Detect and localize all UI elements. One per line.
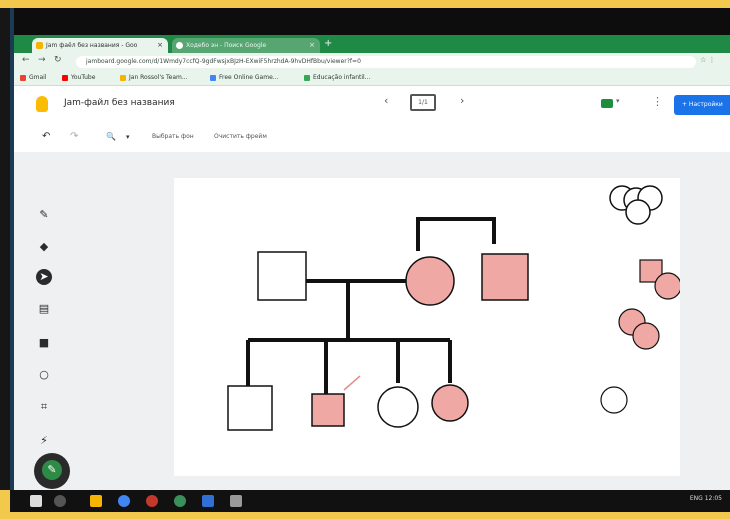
outer-frame: [0, 0, 730, 8]
more-options-icon[interactable]: ⋮: [652, 95, 663, 108]
outer-frame-bottom: [10, 512, 730, 519]
bookmark-education[interactable]: Educação infantil...: [304, 73, 370, 83]
reload-icon[interactable]: ↻: [54, 55, 62, 65]
tab-strip: Jam фаёл без названия - Goo × Ходебо эн …: [14, 35, 730, 53]
bookmark-youtube[interactable]: YouTube: [62, 73, 95, 83]
jamboard-header: Jam-файл без названия ‹ 1/1 › ▾ ⋮ + Наст…: [14, 86, 730, 122]
spare-circle[interactable]: [600, 386, 628, 414]
tab-close-icon[interactable]: ×: [309, 38, 315, 53]
circle-icon[interactable]: ○: [36, 367, 52, 383]
laser-icon[interactable]: ⚡: [36, 433, 52, 449]
pen-fab-button[interactable]: ✎: [34, 453, 70, 489]
image-icon[interactable]: ■: [36, 335, 52, 351]
system-tray[interactable]: ENG 12:05: [690, 495, 722, 502]
zoom-icon[interactable]: 🔍: [106, 132, 116, 141]
meet-icon[interactable]: [601, 99, 613, 108]
bookmark-star-icon[interactable]: ☆ ⋮: [700, 56, 716, 64]
eraser-icon[interactable]: ◆: [36, 239, 52, 255]
google-favicon-icon: [176, 42, 183, 49]
pedigree-diagram: [227, 185, 682, 431]
next-frame-icon[interactable]: ›: [460, 94, 464, 107]
pen-icon[interactable]: ✎: [36, 207, 52, 223]
spare-circle-affected[interactable]: [632, 322, 660, 350]
select-icon[interactable]: ➤: [36, 269, 52, 285]
sticky-note-icon[interactable]: ▤: [36, 301, 52, 317]
opera-icon[interactable]: [146, 495, 158, 507]
chevron-down-icon[interactable]: ▾: [126, 133, 130, 141]
jamboard-logo-icon[interactable]: [36, 96, 48, 112]
text-box-icon[interactable]: ⌗: [36, 399, 52, 415]
child-circle-unaffected[interactable]: [377, 386, 419, 428]
set-background-button[interactable]: Выбрать фон: [152, 133, 194, 140]
zoom-app-icon[interactable]: [202, 495, 214, 507]
child-square-unaffected[interactable]: [227, 385, 273, 431]
forward-arrow-icon[interactable]: →: [38, 55, 46, 65]
spare-circle[interactable]: [625, 199, 651, 225]
folder-icon: [120, 74, 126, 81]
tab-jamboard[interactable]: Jam фаёл без названия - Goo ×: [32, 38, 168, 53]
selection-cursor-mark: [343, 375, 361, 391]
link-icon: [210, 74, 216, 81]
gmail-icon: [20, 74, 26, 81]
search-icon[interactable]: [54, 495, 66, 507]
clear-frame-button[interactable]: Очистить фрейм: [214, 133, 267, 140]
chrome-active-icon[interactable]: [174, 495, 186, 507]
tab-google-search[interactable]: Ходебо эн - Поиск Google ×: [172, 38, 320, 53]
undo-icon[interactable]: ↶: [42, 131, 50, 142]
bookmarks-bar: Gmail YouTube Jan Rossol's Team... Free …: [14, 71, 730, 86]
pen-icon: ✎: [42, 460, 62, 480]
link-icon: [304, 74, 310, 81]
app-icon[interactable]: [230, 495, 242, 507]
bookmark-gmail[interactable]: Gmail: [20, 73, 47, 83]
redo-icon[interactable]: ↷: [70, 131, 78, 142]
frame-bar-toggle[interactable]: 1/1: [410, 94, 436, 111]
chevron-down-icon[interactable]: ▾: [616, 97, 620, 105]
jamboard-favicon-icon: [36, 42, 43, 49]
new-tab-button[interactable]: +: [324, 38, 332, 50]
child-square-affected[interactable]: [311, 393, 345, 427]
address-bar-row: ← → ↻ jamboard.google.com/d/1Wmdy7ccfQ-9…: [14, 53, 730, 71]
child-circle-affected[interactable]: [431, 384, 469, 422]
share-button[interactable]: + Настройки: [674, 95, 730, 115]
tab-close-icon[interactable]: ×: [157, 38, 163, 53]
previous-frame-icon[interactable]: ‹: [384, 94, 388, 107]
tab-title: Ходебо эн - Поиск Google: [186, 42, 267, 49]
spare-circle-affected[interactable]: [654, 272, 682, 300]
windows-taskbar: ENG 12:05: [10, 490, 730, 512]
mother-circle[interactable]: [405, 256, 455, 306]
jamboard-toolbar: ↶ ↷ 🔍 ▾ Выбрать фон Очистить фрейм: [14, 122, 730, 152]
grandparent-square[interactable]: [481, 253, 529, 301]
bookmark-team[interactable]: Jan Rossol's Team...: [120, 73, 188, 83]
bookmark-games[interactable]: Free Online Game...: [210, 73, 278, 83]
windows-start-icon[interactable]: [30, 495, 42, 507]
youtube-icon: [62, 74, 68, 81]
tab-title: Jam фаёл без названия - Goo: [46, 42, 138, 49]
chrome-icon[interactable]: [118, 495, 130, 507]
document-title[interactable]: Jam-файл без названия: [64, 98, 175, 108]
father-square[interactable]: [257, 251, 307, 301]
grandparents-connector: [416, 217, 496, 251]
monitor-bezel-top: [10, 8, 730, 35]
file-explorer-icon[interactable]: [90, 495, 102, 507]
url-input[interactable]: jamboard.google.com/d/1Wmdy7ccfQ-9gdFwsj…: [76, 56, 696, 68]
browser-window: Jam фаёл без названия - Goo × Ходебо эн …: [14, 35, 730, 490]
whiteboard-canvas[interactable]: [174, 178, 682, 476]
back-arrow-icon[interactable]: ←: [22, 55, 30, 65]
